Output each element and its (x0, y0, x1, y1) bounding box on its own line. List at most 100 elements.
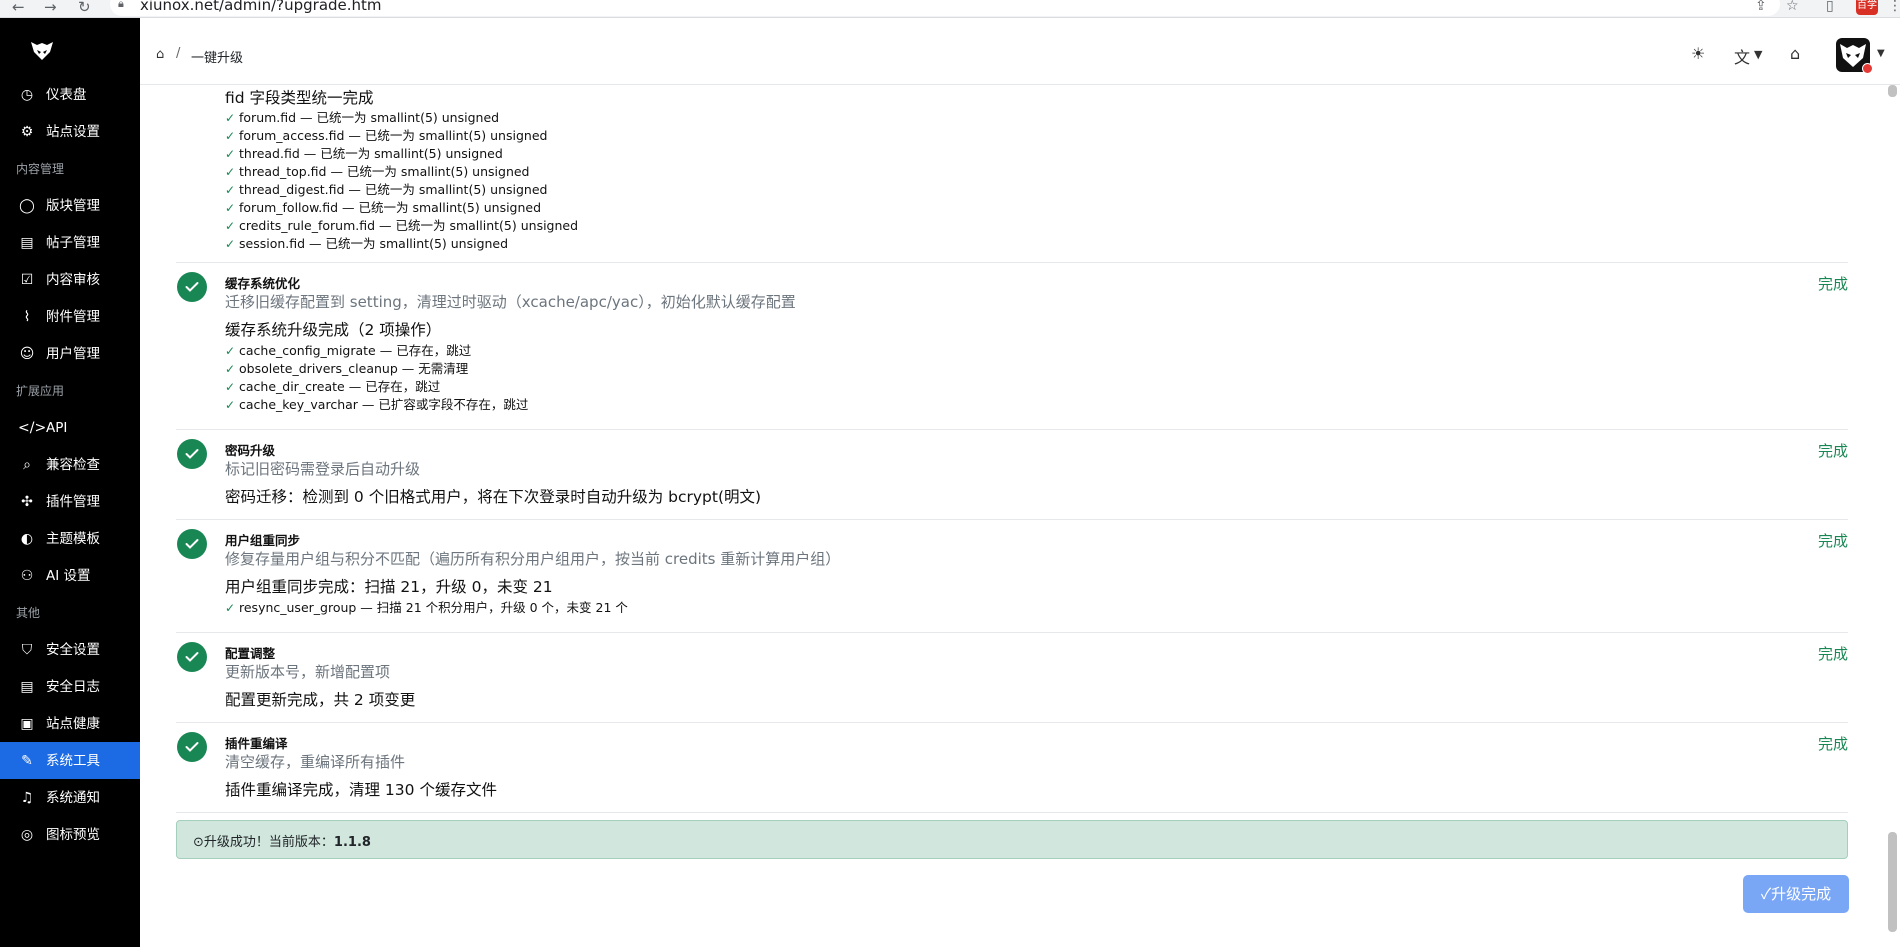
detail-text: thread_digest.fid — 已统一为 smallint(5) uns… (239, 182, 548, 197)
sidebar-item-4-items_ext[interactable]: ◐ 主题模板 (0, 520, 140, 557)
detail-item: ✓ resync_user_group — 扫描 21 个积分用户，升级 0 个，… (225, 599, 628, 617)
check-icon: ✓ (225, 380, 236, 394)
upgrade-success-alert: ⊙升级成功！当前版本：1.1.8 (176, 820, 1848, 859)
sidebar-item-3-items_ext[interactable]: ✣ 插件管理 (0, 483, 140, 520)
code-icon: </> (18, 420, 47, 436)
version-number: 1.1.8 (333, 835, 371, 850)
theme-sun-icon[interactable]: ☀ (1691, 44, 1705, 63)
step-status: 完成 (1817, 645, 1848, 663)
puzzle-icon: ✣ (21, 494, 33, 510)
chevron-down-icon[interactable]: ▼ (1754, 48, 1762, 61)
check-circle-icon (177, 732, 207, 762)
detail-item: ✓ forum_access.fid — 已统一为 smallint(5) uns… (225, 127, 547, 145)
detail-text: cache_key_varchar — 已扩容或字段不存在，跳过 (239, 397, 529, 412)
sidebar-item-3-items_content[interactable]: ☑ 内容审核 (0, 261, 140, 298)
sidebar-item-label: 系统工具 (46, 753, 100, 769)
step-description: 更新版本号，新增配置项 (225, 663, 391, 681)
sidepanel-icon[interactable]: ▯ (1826, 0, 1834, 14)
sidebar-item-5-items_content[interactable]: ☺ 用户管理 (0, 335, 140, 372)
check-circle-icon (177, 439, 207, 469)
forward-icon[interactable]: → (44, 0, 57, 17)
step-title: 密码升级 (225, 443, 276, 458)
sidebar-item-label: API (46, 420, 68, 436)
home-icon[interactable]: ⌂ (156, 47, 164, 62)
share-icon[interactable]: ⇪ (1755, 0, 1767, 14)
reload-icon[interactable]: ↻ (78, 0, 91, 17)
sidebar-item-1-items_ext[interactable]: </> API (0, 409, 140, 446)
scrollbar[interactable] (1888, 832, 1897, 932)
browser-toolbar: ← → ↻ 🔒︎ xiunox.net/admin/?upgrade.htm ⇪… (0, 0, 1900, 18)
paperclip-icon: ⌇ (23, 309, 31, 325)
sidebar-item-4-items_content[interactable]: ⌇ 附件管理 (0, 298, 140, 335)
breadcrumb-current: 一键升级 (191, 51, 244, 66)
chat-icon: ◯ (19, 198, 35, 214)
sidebar-item-1-items_content[interactable]: ◯ 版块管理 (0, 187, 140, 224)
sidebar-item-label: 仪表盘 (46, 87, 87, 103)
logo-icon[interactable] (30, 40, 54, 62)
step-title: 插件重编译 (225, 736, 288, 751)
sidebar-item-label: 插件管理 (46, 494, 100, 510)
step-row: 用户组重同步 修复存量用户组与积分不匹配（遍历所有积分用户组用户，按当前 cred… (176, 520, 1848, 633)
detail-item: ✓ thread_top.fid — 已统一为 smallint(5) unsig… (225, 163, 530, 181)
sidebar-item-5-items_ext[interactable]: ⚇ AI 设置 (0, 557, 140, 594)
upgrade-content: fid 字段类型统一完成 ✓ forum.fid — 已统一为 smallint(… (140, 85, 1900, 947)
dashboard-icon: ◷ (20, 87, 34, 103)
bell-icon: ♫ (20, 790, 34, 806)
top-header: ⌂ / 一键升级 ☀ 文 ▼ ⌂ ▼ (140, 18, 1900, 85)
check-icon: ✓ (225, 219, 236, 233)
users-icon: ☺ (19, 346, 35, 362)
url-text[interactable]: xiunox.net/admin/?upgrade.htm (140, 0, 382, 14)
step-status: 完成 (1817, 532, 1848, 550)
step-result: 插件重编译完成，清理 130 个缓存文件 (225, 781, 497, 799)
success-label: 升级成功！当前版本： (203, 835, 334, 850)
sidebar-item-6-items_other[interactable]: ◎ 图标预览 (0, 816, 140, 853)
sidebar-item-label: 安全设置 (46, 642, 100, 658)
avatar-chevron-icon[interactable]: ▼ (1877, 48, 1885, 59)
search-icon: ⌕ (23, 457, 31, 473)
star-icon[interactable]: ☆ (1786, 0, 1799, 14)
detail-text: forum.fid — 已统一为 smallint(5) unsigned (239, 110, 500, 125)
language-icon[interactable]: 文 (1734, 44, 1750, 68)
check-icon: ✓ (225, 601, 236, 615)
upgrade-done-button[interactable]: ✓升级完成 (1743, 875, 1849, 913)
step-description: 清空缓存，重编译所有插件 (225, 753, 406, 771)
sidebar-item-label: 兼容检查 (46, 457, 100, 473)
step-status: 完成 (1817, 275, 1848, 293)
detail-text: thread.fid — 已统一为 smallint(5) unsigned (239, 146, 503, 161)
menu-icon[interactable]: ⋮ (1888, 0, 1900, 14)
check-circle-icon (177, 529, 207, 559)
detail-text: forum_follow.fid — 已统一为 smallint(5) unsi… (239, 200, 542, 215)
back-icon[interactable]: ← (12, 0, 25, 17)
detail-item: ✓ cache_dir_create — 已存在，跳过 (225, 378, 440, 396)
check-icon: ✓ (225, 183, 236, 197)
check-icon: ✓ (225, 147, 236, 161)
sidebar-item-2-items_ext[interactable]: ⌕ 兼容检查 (0, 446, 140, 483)
check-icon: ✓ (225, 201, 236, 215)
step-description: 标记旧密码需登录后自动升级 (225, 460, 421, 478)
sidebar-item-label: 站点设置 (46, 124, 100, 140)
detail-text: thread_top.fid — 已统一为 smallint(5) unsign… (239, 164, 530, 179)
scrollbar-top[interactable] (1888, 85, 1897, 97)
step-description: 迁移旧缓存配置到 setting，清理过时驱动（xcache/apc/yac），… (225, 293, 796, 311)
step-result: 配置更新完成，共 2 项变更 (225, 691, 416, 709)
site-home-icon[interactable]: ⌂ (1790, 44, 1800, 63)
step-row: 密码升级 标记旧密码需登录后自动升级 密码迁移：检测到 0 个旧格式用户，将在下次登… (176, 430, 1848, 520)
breadcrumb-separator: / (176, 46, 181, 61)
detail-text: session.fid — 已统一为 smallint(5) unsigned (239, 236, 509, 251)
sidebar-item-1-items_other[interactable]: ⛉ 安全设置 (0, 631, 140, 668)
sidebar-item-4-items_other[interactable]: ✎ 系统工具 (0, 742, 140, 779)
sidebar-item-2-items_other[interactable]: ▤ 安全日志 (0, 668, 140, 705)
sidebar-item-1-items_top[interactable]: ◷ 仪表盘 (0, 76, 140, 113)
profile-avatar[interactable]: 百学 (1856, 0, 1878, 15)
step-result: 用户组重同步完成：扫描 21，升级 0，未变 21 (225, 578, 553, 596)
check-circle-icon (177, 642, 207, 672)
notification-dot (1862, 63, 1873, 74)
sidebar-item-3-items_other[interactable]: ▣ 站点健康 (0, 705, 140, 742)
sidebar-item-label: 帖子管理 (46, 235, 100, 251)
wrench-icon: ✎ (21, 753, 33, 769)
detail-text: cache_dir_create — 已存在，跳过 (239, 379, 441, 394)
shield-icon: ⛉ (21, 642, 33, 658)
sidebar-item-5-items_other[interactable]: ♫ 系统通知 (0, 779, 140, 816)
sidebar-item-2-items_top[interactable]: ⚙ 站点设置 (0, 113, 140, 150)
sidebar-item-2-items_content[interactable]: ▤ 帖子管理 (0, 224, 140, 261)
